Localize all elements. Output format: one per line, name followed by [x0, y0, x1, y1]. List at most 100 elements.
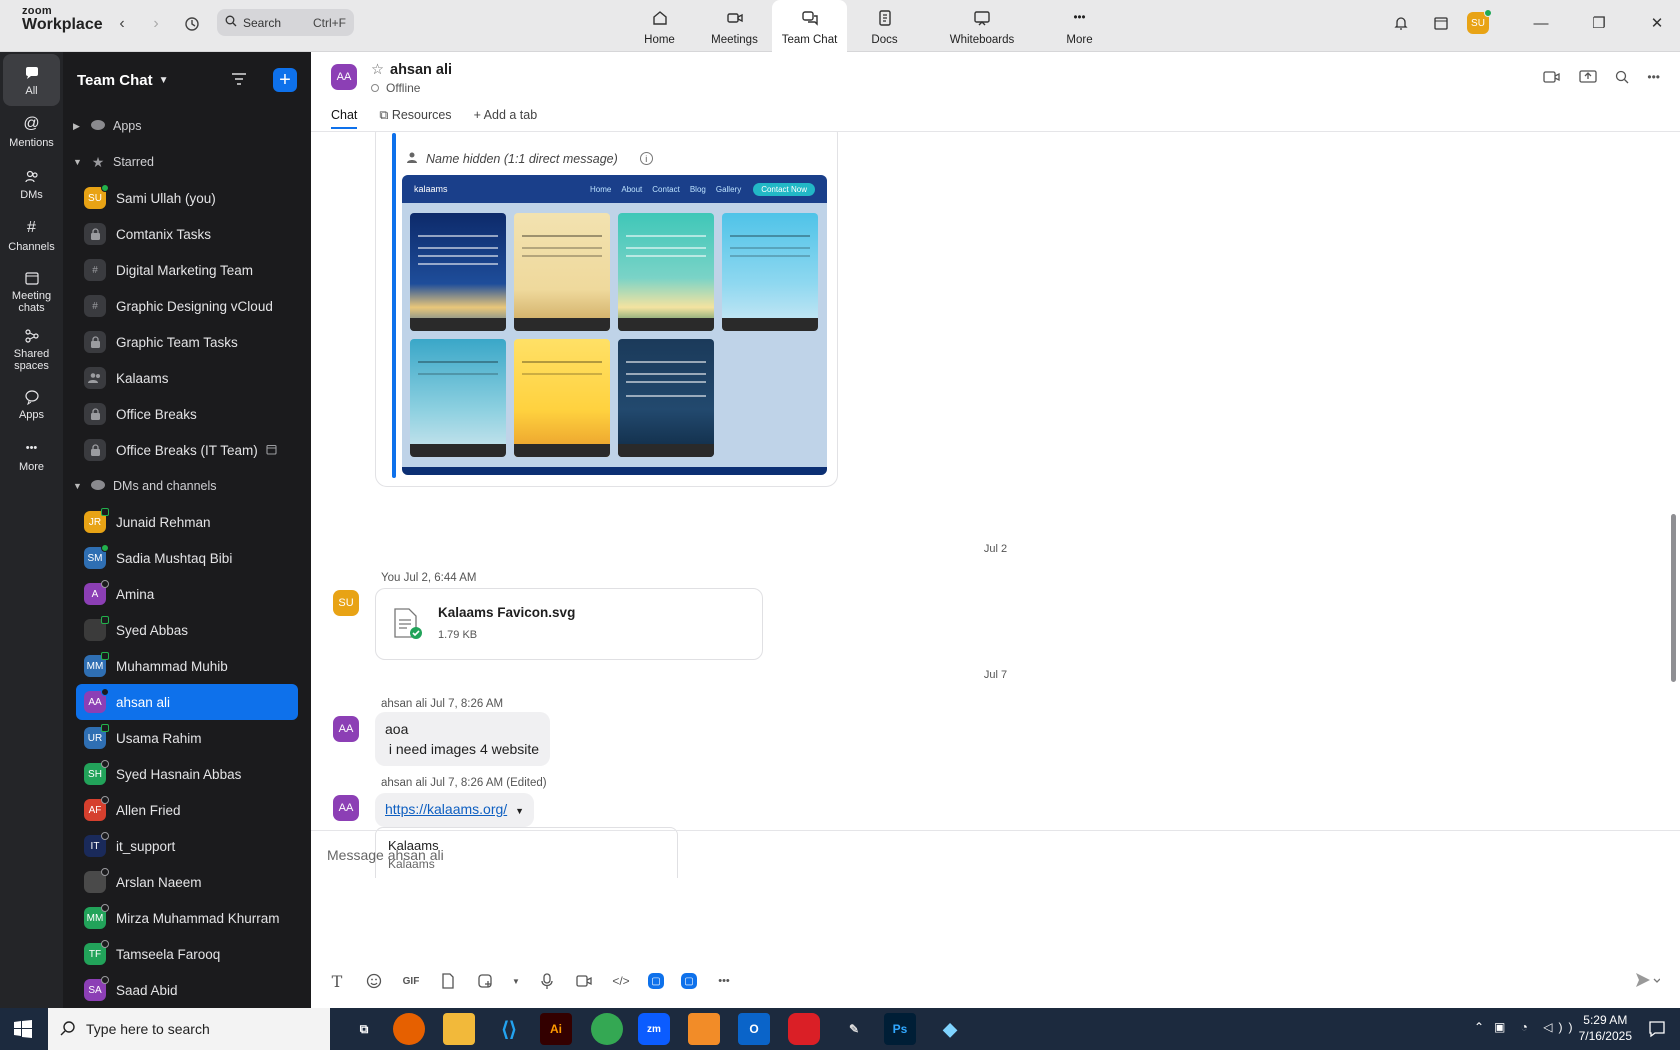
tab-team-chat[interactable]: Team Chat [772, 0, 847, 52]
emoji-icon[interactable] [364, 971, 384, 991]
new-chat-button[interactable]: + [273, 68, 297, 92]
bell-icon[interactable] [1378, 0, 1424, 46]
sidebar-item[interactable]: SA Saad Abid [76, 972, 298, 1008]
scrollbar-thumb[interactable] [1671, 514, 1676, 682]
profile-menu[interactable]: SU [1458, 0, 1498, 46]
website-preview-image[interactable]: kalaams Home About Contact Blog Gallery … [402, 175, 827, 475]
calendar-icon[interactable] [1424, 0, 1458, 46]
microphone-icon[interactable] [537, 971, 557, 991]
sidebar-item[interactable]: Office Breaks (IT Team) [76, 432, 298, 468]
file-attachment[interactable]: Kalaams Favicon.svg 1.79 KB [375, 588, 763, 660]
rail-more[interactable]: ••• More [0, 430, 63, 482]
task-view-icon[interactable]: ⧉ [348, 1013, 380, 1045]
sidebar-item[interactable]: JR Junaid Rehman [76, 504, 298, 540]
message-bubble[interactable]: https://kalaams.org/ ▼ [375, 793, 534, 827]
tab-chat[interactable]: Chat [331, 108, 358, 129]
tab-docs[interactable]: Docs [847, 0, 922, 52]
taskbar-search[interactable]: Type here to search [48, 1008, 330, 1050]
outlook-icon[interactable]: O [738, 1013, 770, 1045]
search-box[interactable]: Search Ctrl+F [217, 9, 354, 36]
message-bubble[interactable]: aoa i need images 4 website [375, 712, 550, 766]
sidebar-item[interactable]: UR Usama Rahim [76, 720, 298, 756]
message-link[interactable]: https://kalaams.org/ [385, 801, 507, 817]
back-arrow-icon[interactable]: ‹ [110, 12, 134, 36]
chevron-down-icon[interactable]: ▼ [159, 75, 169, 86]
app-icon[interactable]: ◆ [934, 1013, 966, 1045]
section-apps[interactable]: ▶ Apps [63, 108, 311, 144]
rail-dms[interactable]: DMs [0, 158, 63, 210]
tab-whiteboards[interactable]: Whiteboards [922, 0, 1042, 52]
sidebar-item[interactable]: TF Tamseela Farooq [76, 936, 298, 972]
send-options-icon[interactable] [1634, 971, 1661, 992]
app-integration-icon[interactable]: ▢ [648, 973, 664, 989]
sidebar-item[interactable]: IT it_support [76, 828, 298, 864]
tab-resources[interactable]: ⧉ Resources [379, 108, 451, 129]
notifications-icon[interactable] [1648, 1020, 1666, 1041]
system-clock[interactable]: 5:29 AM 7/16/2025 [1579, 1012, 1632, 1044]
more-options-icon[interactable]: ••• [714, 971, 734, 991]
section-dms-channels[interactable]: ▼ DMs and channels [63, 468, 311, 504]
vscode-icon[interactable]: ⟨⟩ [493, 1013, 525, 1045]
tab-meetings[interactable]: Meetings [697, 0, 772, 52]
app-icon[interactable] [688, 1013, 720, 1045]
caret-down-icon[interactable]: ▼ [515, 806, 524, 816]
star-outline-icon[interactable]: ☆ [371, 62, 384, 78]
tab-home[interactable]: Home [622, 0, 697, 52]
illustrator-icon[interactable]: Ai [540, 1013, 572, 1045]
sidebar-title[interactable]: Team Chat [77, 72, 153, 89]
forward-arrow-icon[interactable]: › [144, 12, 168, 36]
rail-meeting-chats[interactable]: Meeting chats [0, 262, 63, 320]
tab-more[interactable]: ••• More [1042, 0, 1117, 52]
sidebar-item[interactable]: Comtanix Tasks [76, 216, 298, 252]
sidebar-item[interactable]: # Graphic Designing vCloud [76, 288, 298, 324]
gif-icon[interactable]: GIF [401, 971, 421, 991]
video-message-icon[interactable] [574, 971, 594, 991]
maximize-icon[interactable]: ❐ [1576, 0, 1622, 46]
message-list[interactable]: Name hidden (1:1 direct message) i kalaa… [311, 132, 1680, 878]
more-options-icon[interactable]: ••• [1647, 70, 1660, 87]
rail-channels[interactable]: # Channels [0, 210, 63, 262]
sidebar-item[interactable]: AA ahsan ali [76, 684, 298, 720]
sidebar-item[interactable]: SH Syed Hasnain Abbas [76, 756, 298, 792]
app-integration-icon[interactable]: ▢ [681, 973, 697, 989]
text-format-icon[interactable]: T [327, 971, 347, 991]
sidebar-item[interactable]: Kalaams [76, 360, 298, 396]
sidebar-item[interactable]: SM Sadia Mushtaq Bibi [76, 540, 298, 576]
chrome-icon[interactable] [591, 1013, 623, 1045]
tray-chevron-icon[interactable]: ⌃ [1474, 1020, 1484, 1034]
sidebar-item[interactable]: MM Mirza Muhammad Khurram [76, 900, 298, 936]
search-icon[interactable] [1615, 70, 1629, 87]
rail-shared-spaces[interactable]: Shared spaces [0, 320, 63, 378]
zoom-icon[interactable]: zm [638, 1013, 670, 1045]
sidebar-item[interactable]: Graphic Team Tasks [76, 324, 298, 360]
close-icon[interactable]: ✕ [1634, 0, 1680, 46]
sidebar-item[interactable]: Arslan Naeem [76, 864, 298, 900]
video-call-icon[interactable] [1543, 70, 1561, 87]
windows-start-icon[interactable] [14, 1020, 32, 1041]
tray-icons[interactable]: ▣ ◔ ◁)) [1494, 1020, 1578, 1034]
photoshop-icon[interactable]: Ps [884, 1013, 916, 1045]
sidebar-item[interactable]: A Amina [76, 576, 298, 612]
tab-add[interactable]: + Add a tab [474, 108, 538, 129]
rail-all[interactable]: All [3, 54, 60, 106]
message-input[interactable]: Message ahsan ali [327, 847, 444, 863]
file-explorer-icon[interactable] [443, 1013, 475, 1045]
filter-icon[interactable] [231, 72, 247, 89]
creative-cloud-icon[interactable] [788, 1013, 820, 1045]
rail-apps[interactable]: Apps [0, 378, 63, 430]
sidebar-item[interactable]: Office Breaks [76, 396, 298, 432]
info-icon[interactable]: i [639, 152, 653, 165]
history-icon[interactable] [180, 12, 204, 36]
sidebar-item[interactable]: MM Muhammad Muhib [76, 648, 298, 684]
file-attach-icon[interactable] [438, 971, 458, 991]
section-starred[interactable]: ▼ ★ Starred [63, 144, 311, 180]
chevron-down-icon[interactable]: ▼ [512, 971, 520, 991]
rail-mentions[interactable]: @ Mentions [0, 106, 63, 158]
sidebar-item[interactable]: # Digital Marketing Team [76, 252, 298, 288]
sidebar-item[interactable]: Syed Abbas [76, 612, 298, 648]
pen-tool-icon[interactable]: ✎ [838, 1013, 870, 1045]
screenshot-icon[interactable] [475, 971, 495, 991]
minimize-icon[interactable]: — [1518, 0, 1564, 46]
sidebar-item[interactable]: AF Allen Fried [76, 792, 298, 828]
chat-title[interactable]: ☆ ahsan ali [371, 62, 452, 78]
